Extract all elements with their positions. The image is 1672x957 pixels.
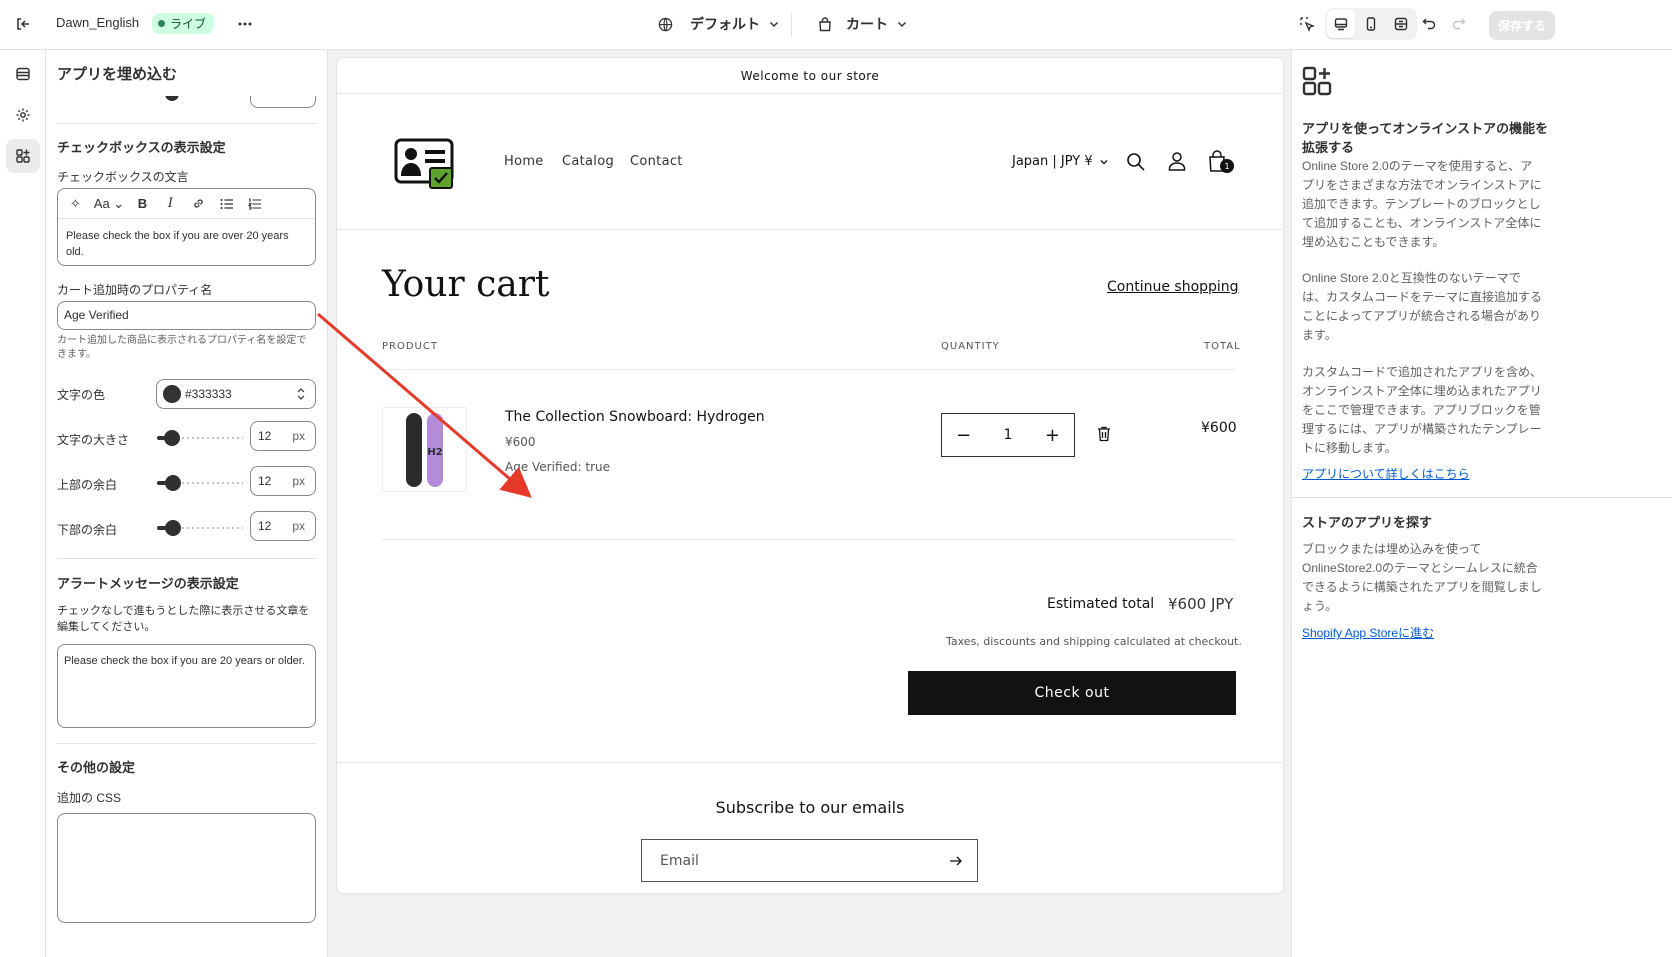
app-blocks-icon <box>1302 66 1332 101</box>
info-para-3: カスタムコードで追加されたアプリを含め、オンラインストア全体に埋め込まれたアプリ… <box>1302 365 1543 455</box>
info-para-2: Online Store 2.0と互換性のないテーマでは、カスタムコードをテーマ… <box>1302 271 1543 342</box>
info-para-1: Online Store 2.0のテーマを使用すると、アプリをさまざまな方法でオ… <box>1302 159 1542 249</box>
info-heading-2: ストアのアプリを探す <box>1302 515 1433 530</box>
app-store-link[interactable]: Shopify App Storeに進む <box>1302 624 1434 641</box>
info-heading-1: アプリを使ってオンラインストアの機能を拡張する <box>1302 121 1549 155</box>
learn-more-apps-link[interactable]: アプリについて詳しくはこちら <box>1302 465 1470 482</box>
right-info-panel: アプリを使ってオンラインストアの機能を拡張する Online Store 2.0… <box>1291 50 1672 957</box>
info-para-4: ブロックまたは埋め込みを使ってOnlineStore2.0のテーマとシームレスに… <box>1302 542 1542 613</box>
divider <box>1292 497 1672 498</box>
